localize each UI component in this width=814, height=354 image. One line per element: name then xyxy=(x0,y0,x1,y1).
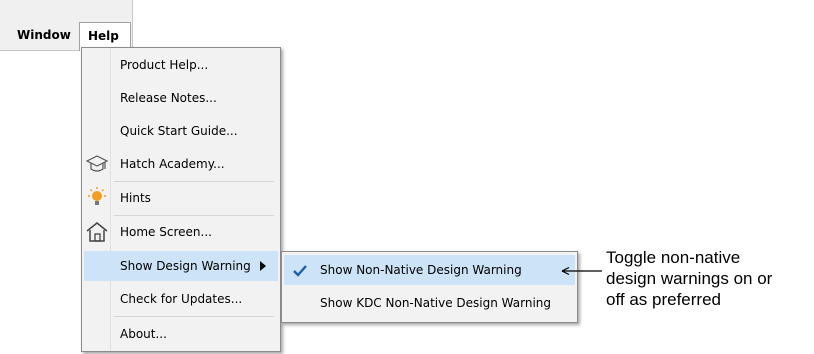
menu-separator xyxy=(114,215,274,216)
menu-item-label: About... xyxy=(120,327,167,341)
submenu-item-label: Show KDC Non-Native Design Warning xyxy=(320,296,551,310)
menu-item-check-for-updates[interactable]: Check for Updates... xyxy=(84,284,278,314)
menu-item-label: Release Notes... xyxy=(120,91,217,105)
menu-item-home-screen[interactable]: Home Screen... xyxy=(84,217,278,247)
menu-separator xyxy=(114,316,274,317)
menu-item-quick-start-guide[interactable]: Quick Start Guide... xyxy=(84,116,278,146)
checkmark-icon xyxy=(292,260,308,290)
lightbulb-icon xyxy=(84,186,110,210)
submenu-arrow-icon xyxy=(260,261,266,271)
submenu-item-label: Show Non-Native Design Warning xyxy=(320,263,522,277)
menu-item-label: Quick Start Guide... xyxy=(120,124,238,138)
annotation-text: Toggle non-native design warnings on or … xyxy=(606,247,772,310)
menu-item-hints[interactable]: Hints xyxy=(84,183,278,213)
menu-item-product-help[interactable]: Product Help... xyxy=(84,50,278,80)
menu-item-label: Home Screen... xyxy=(120,225,212,239)
home-icon xyxy=(84,220,110,244)
menu-item-label: Check for Updates... xyxy=(120,292,243,306)
menu-separator xyxy=(114,181,274,182)
menu-item-label: Hints xyxy=(120,191,151,205)
graduation-cap-icon xyxy=(84,152,110,176)
design-warning-submenu: Show Non-Native Design Warning Show KDC … xyxy=(281,251,578,323)
menu-item-show-design-warning[interactable]: Show Design Warning xyxy=(84,251,278,281)
annotation-line: off as preferred xyxy=(606,290,721,309)
menu-item-about[interactable]: About... xyxy=(84,319,278,349)
submenu-item-non-native-warning[interactable]: Show Non-Native Design Warning xyxy=(284,255,575,285)
menu-bar: Window Help xyxy=(0,0,133,51)
menu-item-release-notes[interactable]: Release Notes... xyxy=(84,83,278,113)
submenu-item-kdc-non-native-warning[interactable]: Show KDC Non-Native Design Warning xyxy=(284,288,575,318)
callout-arrow-icon xyxy=(560,262,604,281)
menu-window[interactable]: Window xyxy=(9,22,79,48)
help-dropdown-menu: Product Help... Release Notes... Quick S… xyxy=(81,47,281,352)
menu-item-label: Hatch Academy... xyxy=(120,157,225,171)
menu-item-label: Product Help... xyxy=(120,58,209,72)
annotation-line: Toggle non-native xyxy=(606,248,741,267)
annotation-line: design warnings on or xyxy=(606,269,773,288)
menu-item-label: Show Design Warning xyxy=(120,259,251,273)
menu-item-hatch-academy[interactable]: Hatch Academy... xyxy=(84,149,278,179)
